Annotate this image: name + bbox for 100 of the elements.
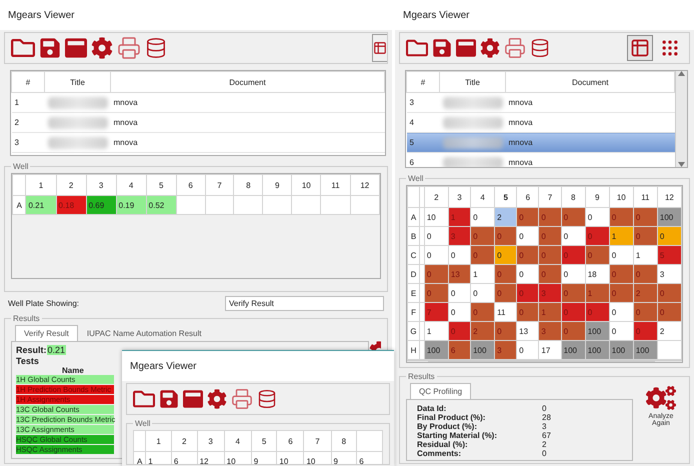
well-cell[interactable]: 17: [538, 340, 562, 360]
column-header[interactable]: 12: [657, 186, 682, 208]
database-icon[interactable]: [257, 389, 277, 409]
well-cell[interactable]: 10: [424, 208, 448, 226]
well-cell[interactable]: 1: [633, 246, 658, 264]
column-header[interactable]: 4: [470, 186, 495, 208]
database-icon[interactable]: [145, 37, 167, 59]
well-cell[interactable]: 0: [470, 284, 495, 302]
document-cell[interactable]: mnova: [110, 132, 384, 152]
row-number[interactable]: 3: [406, 92, 440, 112]
tab[interactable]: Verify Result: [15, 325, 78, 341]
row-header[interactable]: G: [408, 322, 420, 340]
window-icon[interactable]: [183, 389, 203, 409]
document-cell[interactable]: mnova: [506, 132, 675, 152]
column-header[interactable]: 7: [538, 186, 562, 208]
well-cell[interactable]: 0: [609, 246, 634, 264]
well-cell[interactable]: [657, 340, 682, 360]
printer-icon[interactable]: [231, 388, 253, 410]
well-cell[interactable]: 100: [585, 322, 610, 340]
settings-icon[interactable]: [91, 37, 113, 59]
well-cell[interactable]: 0: [609, 302, 634, 322]
folder-icon[interactable]: [11, 36, 35, 60]
well-cell[interactable]: 1: [609, 226, 634, 246]
well-cell[interactable]: 0.19: [116, 196, 146, 214]
window-icon[interactable]: [65, 37, 87, 59]
column-header[interactable]: 6: [516, 186, 539, 208]
well-cell[interactable]: 100: [585, 340, 610, 360]
well-cell[interactable]: 0.52: [146, 196, 176, 214]
column-header[interactable]: 3: [448, 186, 471, 208]
well-cell[interactable]: 11: [494, 302, 517, 322]
well-cell[interactable]: 0: [585, 208, 610, 226]
well-cell[interactable]: 18: [585, 264, 610, 284]
column-header[interactable]: 5: [494, 186, 517, 208]
tab[interactable]: QC Profiling: [410, 383, 472, 399]
well-cell[interactable]: 0: [424, 246, 448, 264]
row-header[interactable]: E: [408, 284, 420, 302]
well-cell[interactable]: 0.69: [86, 196, 116, 214]
well-cell[interactable]: 100: [424, 340, 448, 360]
document-cell[interactable]: mnova: [110, 92, 384, 112]
database-icon[interactable]: [530, 38, 550, 58]
well-cell[interactable]: 0: [516, 340, 539, 360]
well-cell[interactable]: 0: [561, 264, 586, 284]
row-number[interactable]: 6: [406, 152, 440, 167]
well-cell[interactable]: 2: [494, 208, 517, 226]
well-cell[interactable]: 0: [657, 226, 682, 246]
document-cell[interactable]: mnova: [506, 112, 675, 132]
well-cell[interactable]: 0: [561, 226, 586, 246]
row-header[interactable]: B: [408, 226, 420, 246]
printer-icon[interactable]: [504, 37, 526, 59]
row-number[interactable]: 1: [12, 92, 44, 112]
tab[interactable]: IUPAC Name Automation Result: [78, 325, 210, 341]
row-header[interactable]: F: [408, 302, 420, 322]
well-cell[interactable]: 0: [516, 264, 539, 284]
row-number[interactable]: 4: [406, 112, 440, 132]
scroll-down-icon[interactable]: [678, 162, 686, 167]
well-cell[interactable]: 0: [609, 322, 634, 340]
well-cell[interactable]: 0: [448, 302, 471, 322]
printer-icon[interactable]: [117, 36, 141, 60]
well-cell[interactable]: 100: [470, 340, 495, 360]
save-icon[interactable]: [159, 389, 179, 409]
row-header[interactable]: A: [408, 208, 420, 226]
well-cell[interactable]: 2: [657, 322, 682, 340]
settings-icon[interactable]: [207, 389, 227, 409]
well-cell[interactable]: 100: [561, 340, 586, 360]
scroll-up-icon[interactable]: [678, 71, 686, 76]
scrollbar[interactable]: [675, 71, 687, 167]
column-header[interactable]: 2: [424, 186, 448, 208]
document-cell[interactable]: mnova: [506, 92, 675, 112]
row-header[interactable]: C: [408, 246, 420, 264]
well-cell[interactable]: 0.21: [26, 196, 56, 214]
folder-icon[interactable]: [406, 37, 428, 59]
column-header[interactable]: 9: [585, 186, 610, 208]
row-header[interactable]: H: [408, 340, 420, 360]
column-header[interactable]: 8: [561, 186, 586, 208]
row-number[interactable]: 3: [12, 132, 44, 152]
settings-icon[interactable]: [480, 38, 500, 58]
well-cell[interactable]: 0: [494, 246, 517, 264]
well-cell[interactable]: 100: [633, 340, 658, 360]
well-cell[interactable]: 100: [609, 340, 634, 360]
row-number[interactable]: 2: [12, 112, 44, 132]
well-cell[interactable]: 0: [448, 284, 471, 302]
row-number[interactable]: 5: [406, 132, 440, 152]
well-cell[interactable]: 0: [516, 226, 539, 246]
window-icon[interactable]: [456, 38, 476, 58]
well-cell[interactable]: 3: [657, 264, 682, 284]
folder-icon[interactable]: [133, 388, 155, 410]
well-cell[interactable]: 0: [424, 226, 448, 246]
document-cell[interactable]: mnova: [506, 152, 675, 167]
well-cell[interactable]: 1: [424, 322, 448, 340]
well-cell[interactable]: 100: [657, 208, 682, 226]
well-cell[interactable]: 13: [516, 322, 539, 340]
save-icon[interactable]: [432, 38, 452, 58]
table-view-button[interactable]: [627, 35, 653, 61]
row-header[interactable]: D: [408, 264, 420, 284]
document-cell[interactable]: mnova: [110, 112, 384, 132]
well-cell[interactable]: 0: [470, 208, 495, 226]
save-icon[interactable]: [39, 37, 61, 59]
column-header[interactable]: 10: [609, 186, 634, 208]
plate-dropdown[interactable]: Verify Result: [225, 296, 384, 310]
well-cell[interactable]: 0: [448, 246, 471, 264]
